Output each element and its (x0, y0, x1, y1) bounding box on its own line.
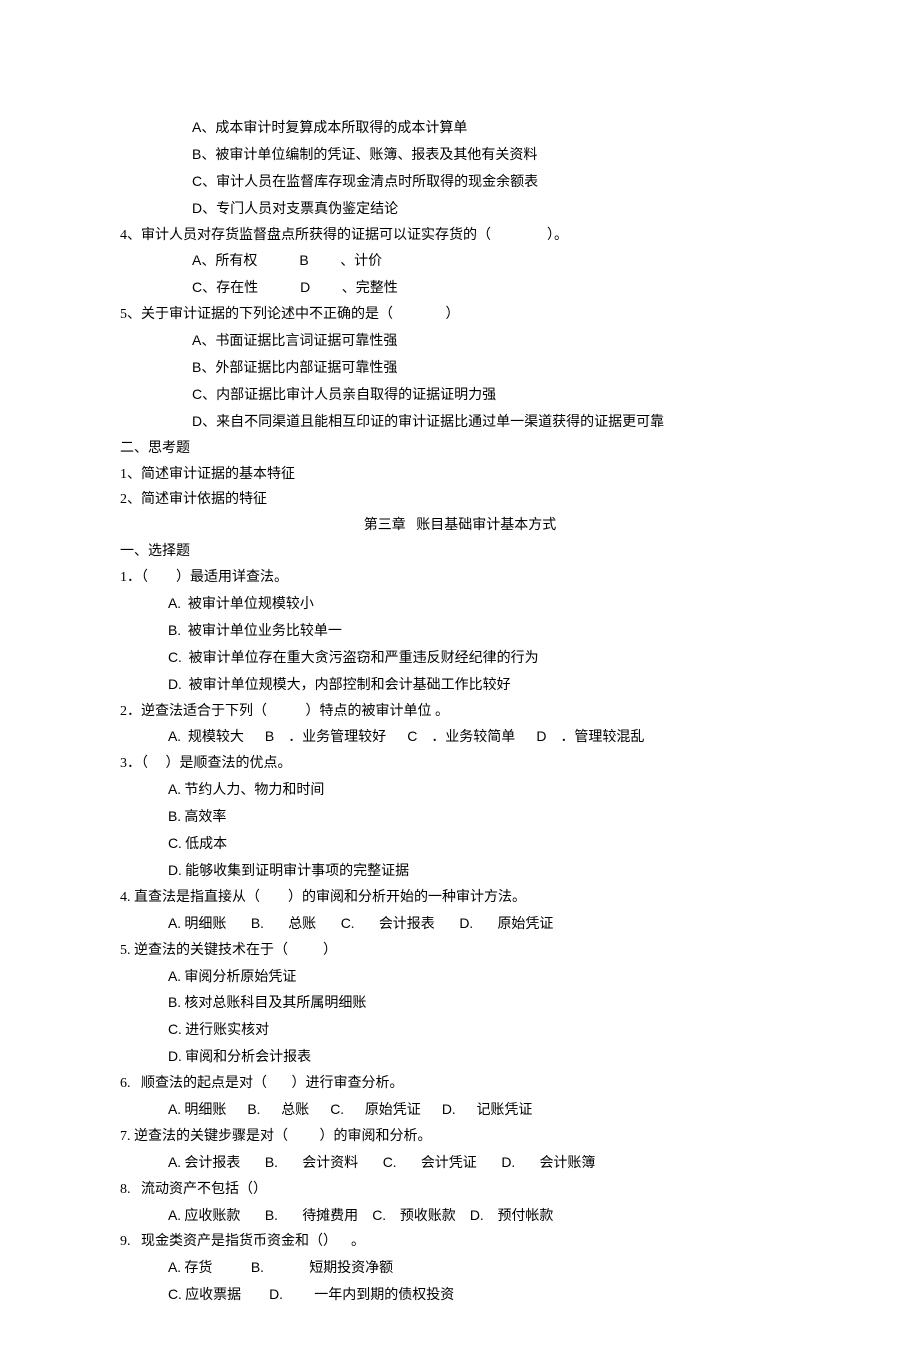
text-line: A、所有权 B 、计价 (120, 248, 800, 275)
text-line: D. 审阅和分析会计报表 (120, 1044, 800, 1071)
text-line: 7. 逆查法的关键步骤是对（ ）的审阅和分析。 (120, 1124, 800, 1150)
text-line: C、审计人员在监督库存现金清点时所取得的现金余额表 (120, 169, 800, 196)
text-line: D、专门人员对支票真伪鉴定结论 (120, 196, 800, 223)
text-line: C、内部证据比审计人员亲自取得的证据证明力强 (120, 382, 800, 409)
text-line: 2．逆查法适合于下列（ ）特点的被审计单位 。 (120, 699, 800, 725)
text-line: A. 会计报表 B. 会计资料 C. 会计凭证 D. 会计账簿 (120, 1150, 800, 1177)
text-line: A. 明细账 B. 总账 C. 原始凭证 D. 记账凭证 (120, 1097, 800, 1124)
text-line: C. 应收票据 D. 一年内到期的债权投资 (120, 1282, 800, 1309)
text-line: C、存在性 D 、完整性 (120, 275, 800, 302)
text-line: B. 被审计单位业务比较单一 (120, 618, 800, 645)
text-line: 1、简述审计证据的基本特征 (120, 462, 800, 488)
text-line: D. 被审计单位规模大，内部控制和会计基础工作比较好 (120, 672, 800, 699)
text-line: A. 节约人力、物力和时间 (120, 777, 800, 804)
text-line: A. 存货 B. 短期投资净额 (120, 1255, 800, 1282)
text-line: 4、审计人员对存货监督盘点所获得的证据可以证实存货的（ ）。 (120, 223, 800, 249)
text-line: A. 审阅分析原始凭证 (120, 964, 800, 991)
text-line: 6. 顺查法的起点是对（ ）进行审查分析。 (120, 1071, 800, 1097)
text-line: 第三章 账目基础审计基本方式 (120, 513, 800, 539)
text-line: B. 核对总账科目及其所属明细账 (120, 990, 800, 1017)
text-line: 1．（ ）最适用详查法。 (120, 565, 800, 591)
text-line: A. 被审计单位规模较小 (120, 591, 800, 618)
text-line: A. 明细账 B. 总账 C. 会计报表 D. 原始凭证 (120, 911, 800, 938)
text-line: 2、简述审计依据的特征 (120, 487, 800, 513)
text-line: B、外部证据比内部证据可靠性强 (120, 355, 800, 382)
text-line: 3．（ ）是顺查法的优点。 (120, 751, 800, 777)
text-line: A. 规模较大 B ．业务管理较好 C ．业务较简单 D ．管理较混乱 (120, 724, 800, 751)
text-line: B. 高效率 (120, 804, 800, 831)
text-line: C. 被审计单位存在重大贪污盗窃和严重违反财经纪律的行为 (120, 645, 800, 672)
text-line: A、书面证据比言词证据可靠性强 (120, 328, 800, 355)
text-line: C. 低成本 (120, 831, 800, 858)
text-line: B、被审计单位编制的凭证、账簿、报表及其他有关资料 (120, 142, 800, 169)
text-line: 二、思考题 (120, 436, 800, 462)
text-line: C. 进行账实核对 (120, 1017, 800, 1044)
text-line: 一、选择题 (120, 539, 800, 565)
text-line: D、来自不同渠道且能相互印证的审计证据比通过单一渠道获得的证据更可靠 (120, 409, 800, 436)
text-line: 4. 直查法是指直接从（ ）的审阅和分析开始的一种审计方法。 (120, 885, 800, 911)
document-body: A、成本审计时复算成本所取得的成本计算单B、被审计单位编制的凭证、账簿、报表及其… (120, 115, 800, 1309)
text-line: 8. 流动资产不包括（） (120, 1177, 800, 1203)
text-line: 9. 现金类资产是指货币资金和（） 。 (120, 1229, 800, 1255)
text-line: A、成本审计时复算成本所取得的成本计算单 (120, 115, 800, 142)
text-line: 5. 逆查法的关键技术在于（ ） (120, 938, 800, 964)
text-line: A. 应收账款 B. 待摊费用 C. 预收账款 D. 预付帐款 (120, 1203, 800, 1230)
text-line: D. 能够收集到证明审计事项的完整证据 (120, 858, 800, 885)
text-line: 5、关于审计证据的下列论述中不正确的是（ ） (120, 302, 800, 328)
